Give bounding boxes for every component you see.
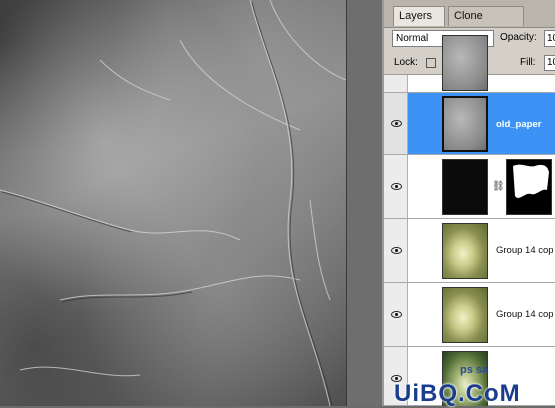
visibility-toggle[interactable] [384,283,408,346]
eye-icon [391,311,402,318]
eye-icon [391,247,402,254]
layer-row-old-paper[interactable]: old_paper [384,93,555,155]
layer-thumbnail [442,287,488,343]
lock-transparent-icon[interactable] [426,58,436,68]
visibility-toggle[interactable] [384,155,408,218]
watermark-logo: UiBQ.CoM [394,380,521,407]
layers-panel: Layers × Clone Source Normal ▼ Opacity: … [382,0,555,406]
tab-layers[interactable]: Layers × [393,6,445,40]
eye-icon [391,120,402,127]
watermark: ps sa UiBQ.CoM [386,360,555,407]
tab-layers-label: Layers [399,10,433,22]
lock-label: Lock: [394,57,418,68]
layer-name: Group 14 cop [496,245,554,256]
fill-input[interactable]: 10 [544,55,555,71]
canvas-scroll-area [346,0,383,406]
layer-row[interactable] [384,35,555,93]
eye-icon [391,183,402,190]
layer-mask-thumbnail [506,159,552,215]
layer-row-group-14-copy[interactable]: Group 14 cop [384,283,555,347]
layer-thumbnail [442,35,488,91]
layers-list: old_paper ⛓ Group 14 cop Group 14 cop [384,35,555,406]
layer-name: Group 14 cop [496,309,554,320]
layer-thumbnail [442,96,488,152]
paper-texture [0,0,346,406]
layer-thumbnail [442,159,488,215]
document-canvas[interactable] [0,0,346,406]
visibility-toggle[interactable] [384,219,408,282]
mask-shape [507,160,551,214]
opacity-label: Opacity: [500,32,537,43]
blend-mode-value: Normal [396,33,429,44]
fill-label: Fill: [520,57,536,68]
panel-tab-bar: Layers × Clone Source [384,0,555,41]
link-icon[interactable]: ⛓ [492,181,505,192]
tab-clone-source[interactable]: Clone Source [448,6,524,41]
watermark-sub: ps sa [460,364,489,376]
visibility-toggle[interactable] [384,93,408,154]
layer-thumbnail [442,223,488,279]
visibility-toggle[interactable] [384,75,408,92]
layer-row-masked[interactable]: ⛓ [384,155,555,219]
layer-name: old_paper [496,119,542,130]
layer-row-group-14-copy[interactable]: Group 14 cop [384,219,555,283]
opacity-input[interactable]: 10 [544,30,555,47]
